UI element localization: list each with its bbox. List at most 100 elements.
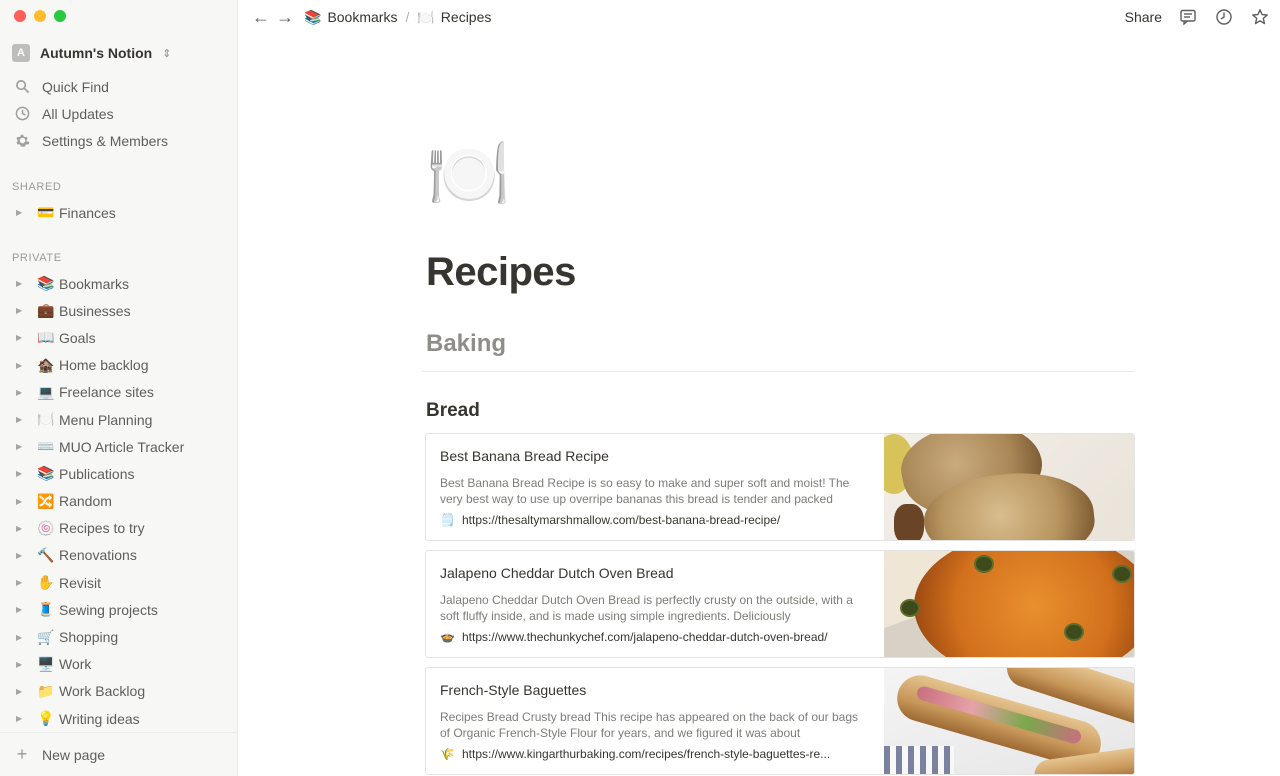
sidebar-item-label: Revisit [59, 574, 102, 591]
page-emoji-icon: 🍥 [37, 519, 55, 536]
bookmark-description: Recipes Bread Crusty bread This recipe h… [440, 710, 859, 740]
page-emoji-icon: 📚 [37, 465, 55, 482]
sidebar-item-freelance-sites[interactable]: ▶ 💻 Freelance sites [0, 379, 238, 406]
history-icon[interactable] [1214, 7, 1234, 27]
share-button[interactable]: Share [1125, 9, 1162, 25]
sidebar-item-muo-article-tracker[interactable]: ▶ ⌨️ MUO Article Tracker [0, 433, 238, 460]
new-page-label: New page [42, 746, 106, 763]
divider [422, 371, 1134, 372]
sidebar-item-recipes-to-try[interactable]: ▶ 🍥 Recipes to try [0, 515, 238, 542]
sidebar-item-random[interactable]: ▶ 🔀 Random [0, 488, 238, 515]
expand-arrow-icon[interactable]: ▶ [16, 714, 26, 723]
breadcrumb-emoji-icon: 🍽️ [417, 8, 435, 25]
expand-arrow-icon[interactable]: ▶ [16, 415, 26, 424]
breadcrumb-separator: / [405, 9, 410, 25]
breadcrumb-item-bookmarks[interactable]: 📚 Bookmarks [304, 9, 397, 26]
expand-arrow-icon[interactable]: ▶ [16, 660, 26, 669]
quick-find-button[interactable]: Quick Find [0, 73, 238, 100]
expand-arrow-icon[interactable]: ▶ [16, 361, 26, 370]
sidebar-item-revisit[interactable]: ▶ ✋ Revisit [0, 569, 238, 596]
breadcrumb-label: Bookmarks [327, 9, 398, 25]
sidebar-item-finances[interactable]: ▶ 💳 Finances [0, 199, 238, 226]
sidebar-item-renovations[interactable]: ▶ 🔨 Renovations [0, 542, 238, 569]
expand-arrow-icon[interactable]: ▶ [16, 333, 26, 342]
bookmark-url-row: 🗒️ https://thesaltymarshmallow.com/best-… [440, 513, 870, 527]
page-emoji-icon: ⌨️ [37, 438, 55, 455]
star-icon[interactable] [1250, 7, 1270, 27]
sidebar-item-menu-planning[interactable]: ▶ 🍽️ Menu Planning [0, 406, 238, 433]
bookmark-url: https://thesaltymarshmallow.com/best-ban… [462, 513, 781, 527]
settings-members-button[interactable]: Settings & Members [0, 127, 238, 154]
expand-arrow-icon[interactable]: ▶ [16, 524, 26, 533]
bookmark-card[interactable]: Jalapeno Cheddar Dutch Oven Bread Jalape… [425, 550, 1135, 658]
expand-arrow-icon[interactable]: ▶ [16, 605, 26, 614]
sidebar-item-work[interactable]: ▶ 🖥️ Work [0, 651, 238, 678]
bookmark-description: Jalapeno Cheddar Dutch Oven Bread is per… [440, 593, 853, 623]
bookmark-thumbnail [884, 668, 1134, 774]
breadcrumb: 📚 Bookmarks / 🍽️ Recipes [304, 9, 491, 26]
sidebar-item-goals[interactable]: ▶ 📖 Goals [0, 324, 238, 351]
sidebar-item-businesses[interactable]: ▶ 💼 Businesses [0, 297, 238, 324]
topbar-actions: Share [1125, 0, 1270, 34]
page-emoji-icon: 📚 [37, 275, 55, 292]
sidebar-item-label: Home backlog [59, 357, 149, 374]
section-heading[interactable]: Baking [426, 330, 506, 358]
comment-icon[interactable] [1178, 7, 1198, 27]
page-icon[interactable]: 🍽️ [426, 136, 511, 212]
favicon-icon: 🍲 [440, 630, 455, 644]
minimize-window-button[interactable] [34, 10, 46, 22]
sidebar-item-sewing-projects[interactable]: ▶ 🧵 Sewing projects [0, 596, 238, 623]
expand-arrow-icon[interactable]: ▶ [16, 306, 26, 315]
page-emoji-icon: 💼 [37, 302, 55, 319]
sidebar-item-publications[interactable]: ▶ 📚 Publications [0, 460, 238, 487]
gear-icon [14, 133, 30, 149]
sidebar-item-label: Renovations [59, 547, 137, 564]
sidebar-item-label: Sewing projects [59, 601, 158, 618]
workspace-switcher[interactable]: A Autumn's Notion ⇕ [12, 42, 171, 64]
sidebar-item-label: Shopping [59, 629, 119, 646]
page-emoji-icon: 💡 [37, 710, 55, 727]
sidebar-item-label: Menu Planning [59, 411, 153, 428]
clock-icon [14, 106, 30, 122]
expand-arrow-icon[interactable]: ▶ [16, 578, 26, 587]
expand-arrow-icon[interactable]: ▶ [16, 442, 26, 451]
page-emoji-icon: 📁 [37, 682, 55, 699]
page-emoji-icon: 🛒 [37, 628, 55, 645]
sidebar-item-bookmarks[interactable]: ▶ 📚 Bookmarks [0, 270, 238, 297]
expand-arrow-icon[interactable]: ▶ [16, 469, 26, 478]
chevron-updown-icon: ⇕ [162, 47, 172, 60]
page-title[interactable]: Recipes [426, 250, 576, 295]
expand-arrow-icon[interactable]: ▶ [16, 497, 26, 506]
sidebar-item-home-backlog[interactable]: ▶ 🏚️ Home backlog [0, 352, 238, 379]
sidebar-item-writing-ideas[interactable]: ▶ 💡 Writing ideas [0, 705, 238, 732]
bookmark-card[interactable]: Best Banana Bread Recipe Best Banana Bre… [425, 433, 1135, 541]
expand-arrow-icon[interactable]: ▶ [16, 388, 26, 397]
close-window-button[interactable] [14, 10, 26, 22]
expand-arrow-icon[interactable]: ▶ [16, 687, 26, 696]
bookmark-thumbnail [884, 551, 1134, 657]
sidebar-item-label: MUO Article Tracker [59, 438, 185, 455]
breadcrumb-label: Recipes [440, 9, 492, 25]
sidebar-item-work-backlog[interactable]: ▶ 📁 Work Backlog [0, 678, 238, 705]
breadcrumb-item-recipes[interactable]: 🍽️ Recipes [417, 9, 491, 26]
expand-arrow-icon[interactable]: ▶ [16, 208, 26, 217]
expand-arrow-icon[interactable]: ▶ [16, 551, 26, 560]
all-updates-button[interactable]: All Updates [0, 100, 238, 127]
bookmark-title: Best Banana Bread Recipe [440, 448, 609, 464]
subsection-heading[interactable]: Bread [426, 400, 480, 422]
back-arrow-icon[interactable]: ← [252, 7, 270, 28]
settings-members-label: Settings & Members [42, 132, 169, 149]
bookmark-url: https://www.thechunkychef.com/jalapeno-c… [462, 630, 828, 644]
page-emoji-icon: 📖 [37, 329, 55, 346]
expand-arrow-icon[interactable]: ▶ [16, 633, 26, 642]
new-page-button[interactable]: + New page [0, 732, 238, 776]
forward-arrow-icon[interactable]: → [276, 7, 294, 28]
sidebar-item-shopping[interactable]: ▶ 🛒 Shopping [0, 623, 238, 650]
search-icon [14, 79, 30, 95]
page-emoji-icon: 🍽️ [37, 411, 55, 428]
expand-arrow-icon[interactable]: ▶ [16, 279, 26, 288]
sidebar-item-label: Goals [59, 329, 96, 346]
bookmark-card[interactable]: French-Style Baguettes Recipes Bread Cru… [425, 667, 1135, 775]
maximize-window-button[interactable] [54, 10, 66, 22]
page-emoji-icon: 💳 [37, 204, 55, 221]
